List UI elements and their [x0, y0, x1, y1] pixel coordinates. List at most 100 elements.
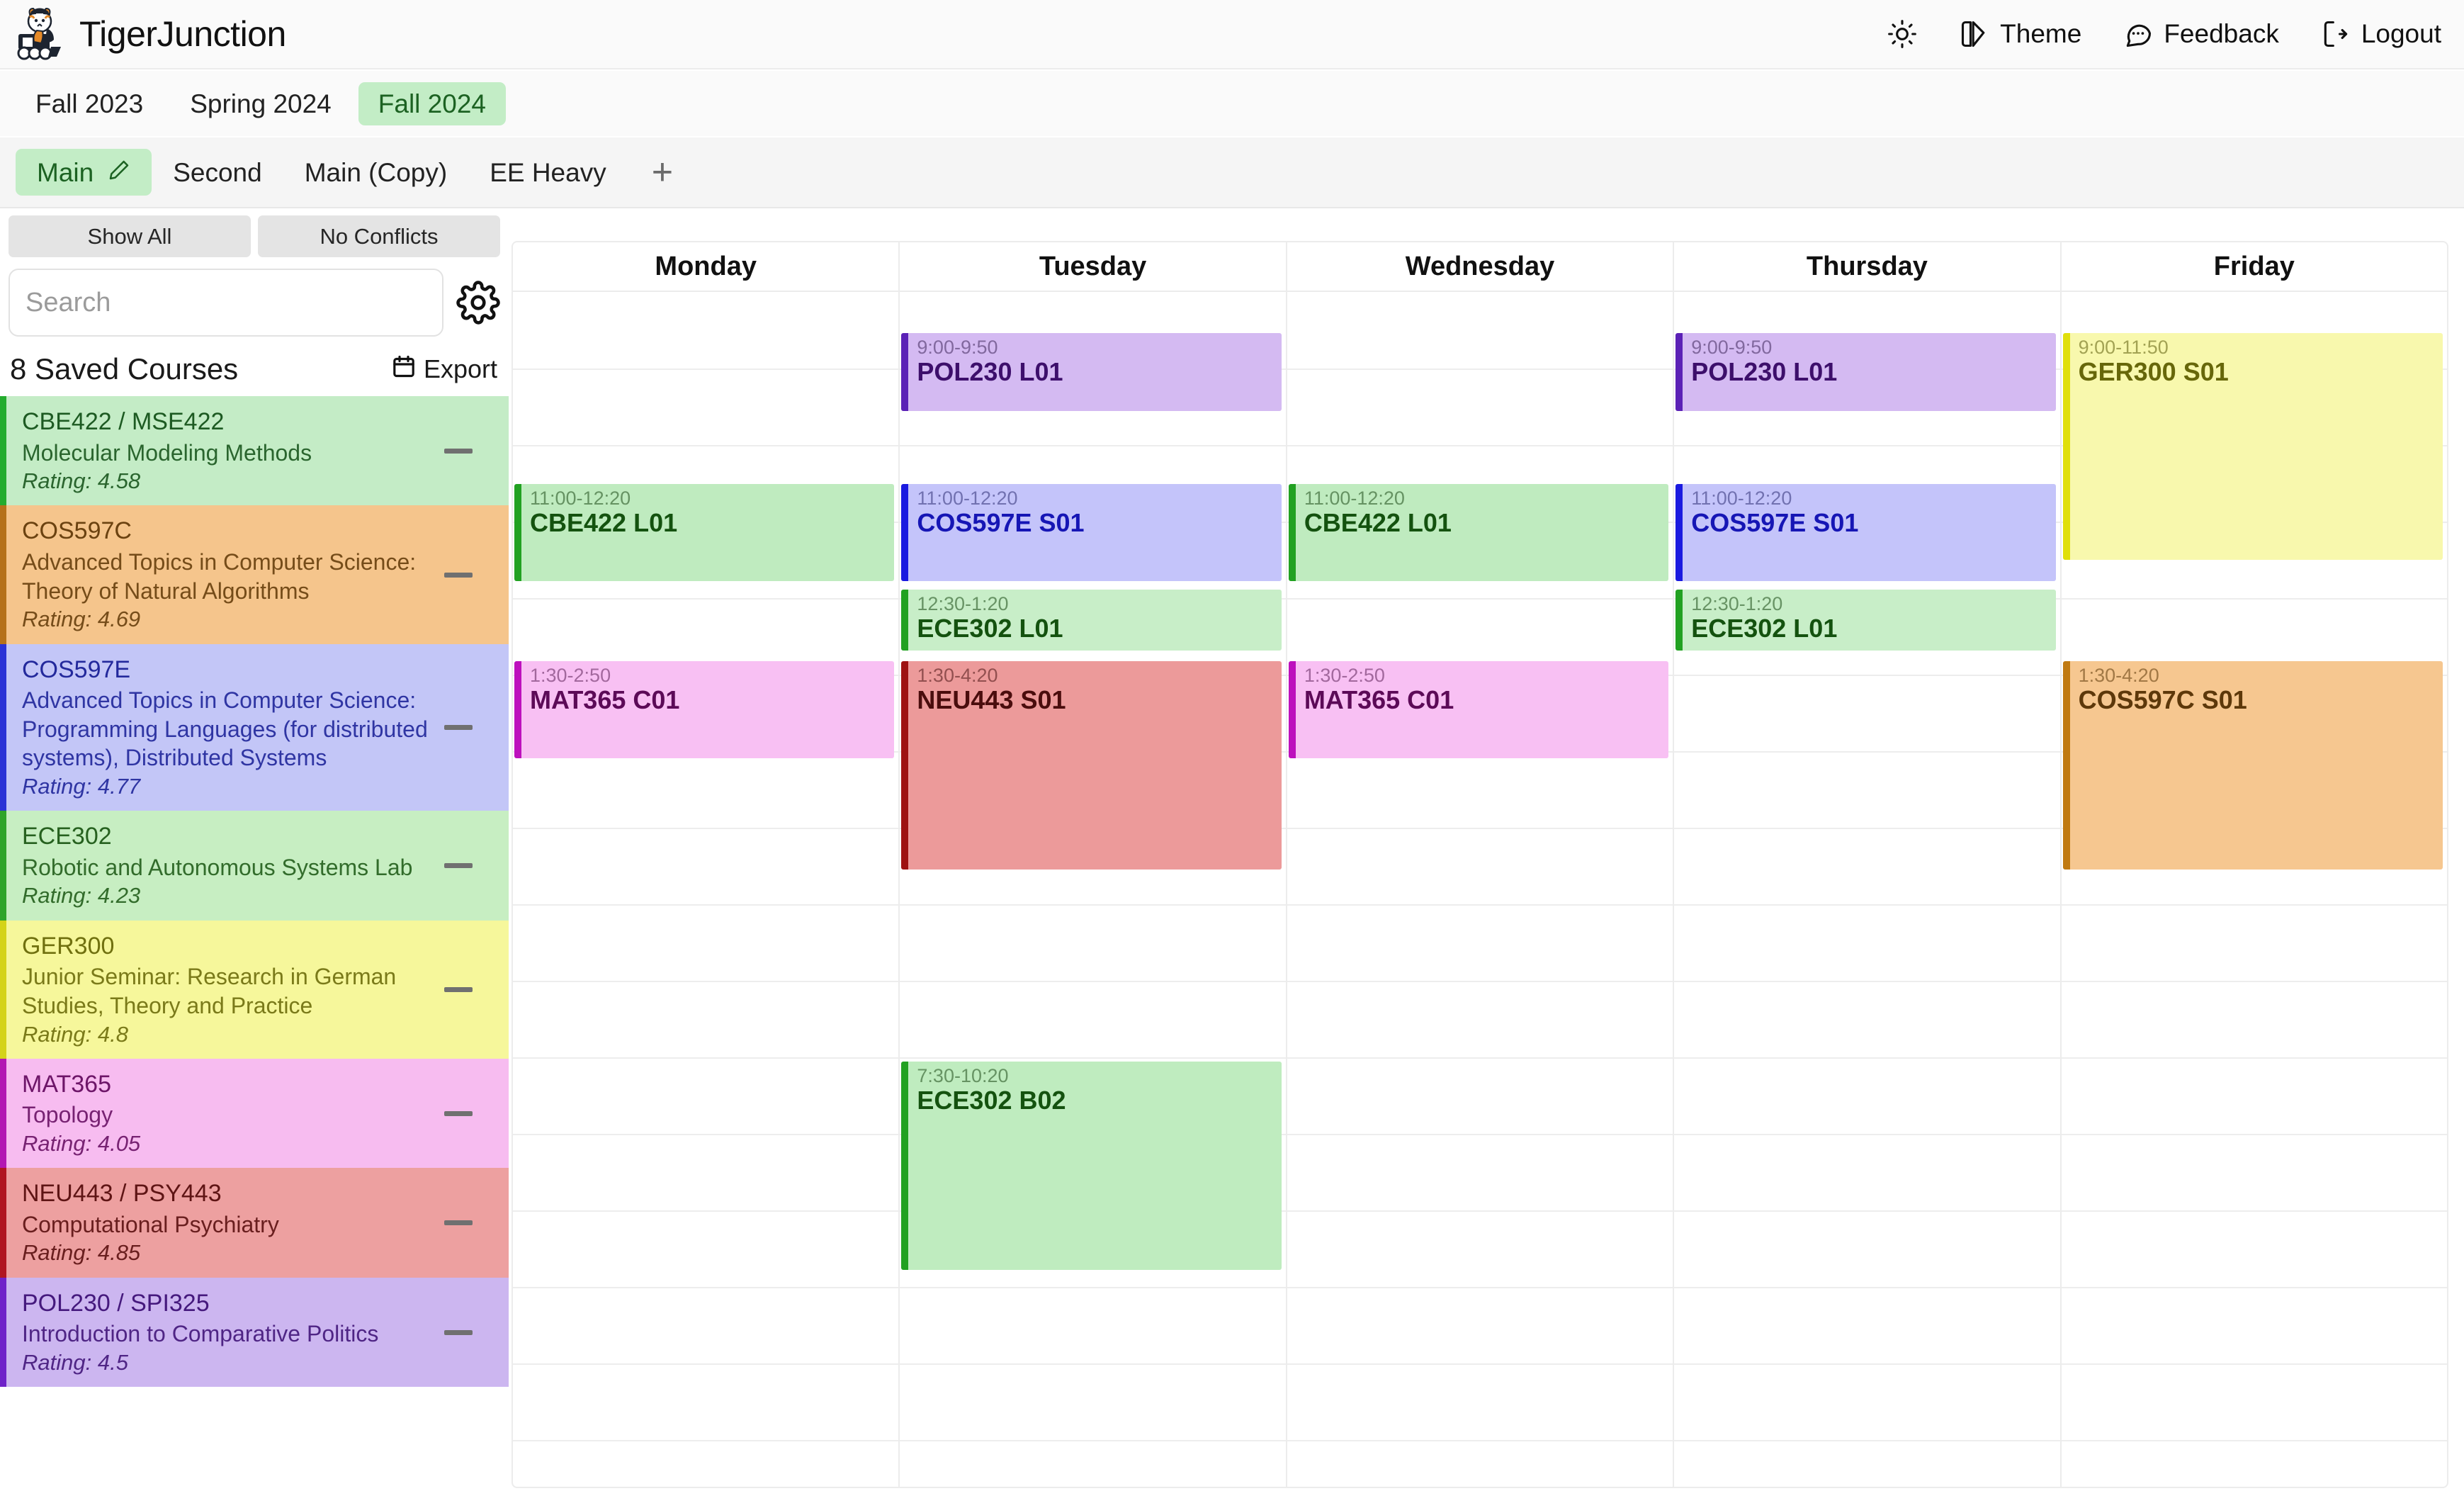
logout-button[interactable]: Logout [2320, 18, 2441, 50]
calendar-event[interactable]: 1:30-4:20 NEU443 S01 [901, 661, 1282, 870]
schedule-tab-bar: Main Second Main (Copy) EE Heavy + [0, 137, 2464, 208]
remove-course-button[interactable] [439, 863, 477, 869]
remove-course-button[interactable] [439, 448, 477, 454]
term-tab-fall-2023[interactable]: Fall 2023 [16, 82, 163, 125]
grid-line [1287, 598, 1673, 600]
saved-courses-count: 8 Saved Courses [10, 352, 239, 386]
grid-line [900, 981, 1286, 982]
course-rating: Rating: 4.69 [22, 607, 141, 632]
event-name: ECE302 L01 [1691, 614, 1838, 643]
remove-course-button[interactable] [439, 1110, 477, 1116]
theme-label: Theme [2000, 19, 2082, 48]
calendar-icon [391, 354, 417, 386]
gear-icon[interactable] [456, 281, 500, 325]
filter-show-all-button[interactable]: Show All [9, 215, 251, 257]
course-card[interactable]: COS597C Advanced Topics in Computer Scien… [0, 505, 509, 644]
grid-line [1287, 1363, 1673, 1365]
grid-line [2061, 1210, 2447, 1212]
remove-course-button[interactable] [439, 1329, 477, 1335]
schedule-tab-main-copy[interactable]: Main (Copy) [283, 150, 469, 196]
event-name: ECE302 B02 [917, 1086, 1066, 1115]
course-code: MAT365 [22, 1070, 111, 1098]
term-tab-fall-2024[interactable]: Fall 2024 [358, 81, 506, 125]
grid-line [2061, 1440, 2447, 1441]
calendar-event[interactable]: 7:30-10:20 ECE302 B02 [901, 1062, 1282, 1270]
theme-button[interactable]: Theme [1959, 18, 2081, 50]
minus-icon [444, 1329, 473, 1335]
remove-course-button[interactable] [439, 572, 477, 578]
calendar-event[interactable]: 11:00-12:20 COS597E S01 [901, 484, 1282, 581]
course-card[interactable]: GER300 Junior Seminar: Research in German… [0, 920, 509, 1059]
minus-icon [444, 1220, 473, 1226]
course-card[interactable]: CBE422 / MSE422 Molecular Modeling Method… [0, 396, 509, 506]
event-time: 7:30-10:20 [917, 1065, 1009, 1086]
export-button[interactable]: Export [391, 354, 497, 386]
calendar-event[interactable]: 9:00-9:50 POL230 L01 [1675, 333, 2056, 411]
feedback-button[interactable]: Feedback [2123, 18, 2279, 50]
pencil-icon[interactable] [108, 159, 130, 186]
grid-line [1287, 904, 1673, 906]
sun-icon [1887, 18, 1918, 50]
grid-line [2061, 904, 2447, 906]
search-row [0, 257, 509, 337]
grid-line [900, 904, 1286, 906]
remove-course-button[interactable] [439, 1220, 477, 1226]
day-column-friday[interactable]: 9:00-11:50 GER300 S01 1:30-4:20 COS597C S01 [2061, 292, 2447, 1487]
calendar-event[interactable]: 11:00-12:20 COS597E S01 [1675, 484, 2056, 581]
calendar-event[interactable]: 12:30-1:20 ECE302 L01 [901, 590, 1282, 651]
remove-course-button[interactable] [439, 724, 477, 730]
calendar-event[interactable]: 11:00-12:20 CBE422 L01 [1288, 484, 1669, 581]
schedule-tab-second[interactable]: Second [152, 150, 283, 196]
course-card[interactable]: POL230 / SPI325 Introduction to Comparati… [0, 1277, 509, 1388]
course-code: NEU443 / PSY443 [22, 1180, 222, 1208]
schedule-tab-main[interactable]: Main [16, 149, 152, 196]
day-column-monday[interactable]: 11:00-12:20 CBE422 L01 1:30-2:50 MAT365 C01 [513, 292, 900, 1487]
event-name: MAT365 C01 [1304, 685, 1454, 715]
day-column-tuesday[interactable]: 9:00-9:50 POL230 L01 11:00-12:20 COS597E S0… [900, 292, 1287, 1487]
calendar-day-header-row: Monday Tuesday Wednesday Thursday Friday [513, 242, 2447, 292]
calendar-event[interactable]: 9:00-11:50 GER300 S01 [2062, 333, 2443, 560]
calendar-event[interactable]: 1:30-4:20 COS597C S01 [2062, 661, 2443, 870]
course-title: Robotic and Autonomous Systems Lab [22, 854, 413, 880]
grid-line [1674, 981, 2060, 982]
search-input[interactable] [9, 269, 443, 337]
remove-course-button[interactable] [439, 986, 477, 992]
calendar-event[interactable]: 12:30-1:20 ECE302 L01 [1675, 590, 2056, 651]
grid-line [1674, 1210, 2060, 1212]
grid-line [1674, 828, 2060, 829]
theme-toggle-sun-button[interactable] [1887, 18, 1918, 50]
event-time: 11:00-12:20 [1304, 488, 1405, 509]
grid-line [2061, 1057, 2447, 1059]
schedule-tab-ee-heavy[interactable]: EE Heavy [468, 150, 628, 196]
day-column-wednesday[interactable]: 11:00-12:20 CBE422 L01 1:30-2:50 MAT365 C01 [1287, 292, 1675, 1487]
minus-icon [444, 986, 473, 992]
grid-line [2061, 1134, 2447, 1135]
schedule-tab-main-label: Main [37, 157, 94, 187]
top-bar: TigerJunction Theme Feedback Logout [0, 0, 2464, 69]
course-card[interactable]: COS597E Advanced Topics in Computer Scien… [0, 643, 509, 811]
minus-icon [444, 448, 473, 454]
day-column-thursday[interactable]: 9:00-9:50 POL230 L01 11:00-12:20 COS597E S0… [1674, 292, 2062, 1487]
calendar-event[interactable]: 1:30-2:50 MAT365 C01 [1288, 661, 1669, 758]
event-time: 1:30-4:20 [917, 665, 998, 686]
calendar-event[interactable]: 9:00-9:50 POL230 L01 [901, 333, 1282, 411]
calendar-event[interactable]: 1:30-2:50 MAT365 C01 [514, 661, 895, 758]
course-title: Advanced Topics in Computer Science: The… [22, 549, 417, 604]
calendar-grid[interactable]: 11:00-12:20 CBE422 L01 1:30-2:50 MAT365 C01… [513, 292, 2447, 1487]
course-card[interactable]: NEU443 / PSY443 Computational Psychiatry R… [0, 1168, 509, 1278]
saved-course-list: CBE422 / MSE422 Molecular Modeling Method… [0, 396, 509, 1388]
grid-line [1287, 1134, 1673, 1135]
calendar-event[interactable]: 11:00-12:20 CBE422 L01 [514, 484, 895, 581]
filter-no-conflicts-button[interactable]: No Conflicts [258, 215, 500, 257]
course-card[interactable]: MAT365 Topology Rating: 4.05 [0, 1058, 509, 1169]
course-card[interactable]: ECE302 Robotic and Autonomous Systems Lab… [0, 811, 509, 921]
add-schedule-button[interactable]: + [628, 150, 697, 195]
brand[interactable]: TigerJunction [16, 7, 286, 61]
course-rating: Rating: 4.77 [22, 773, 141, 799]
grid-line [513, 1440, 899, 1441]
app-title: TigerJunction [79, 14, 286, 54]
event-time: 12:30-1:20 [917, 593, 1009, 614]
course-code: GER300 [22, 932, 115, 960]
term-tab-spring-2024[interactable]: Spring 2024 [170, 82, 351, 125]
minus-icon [444, 724, 473, 730]
